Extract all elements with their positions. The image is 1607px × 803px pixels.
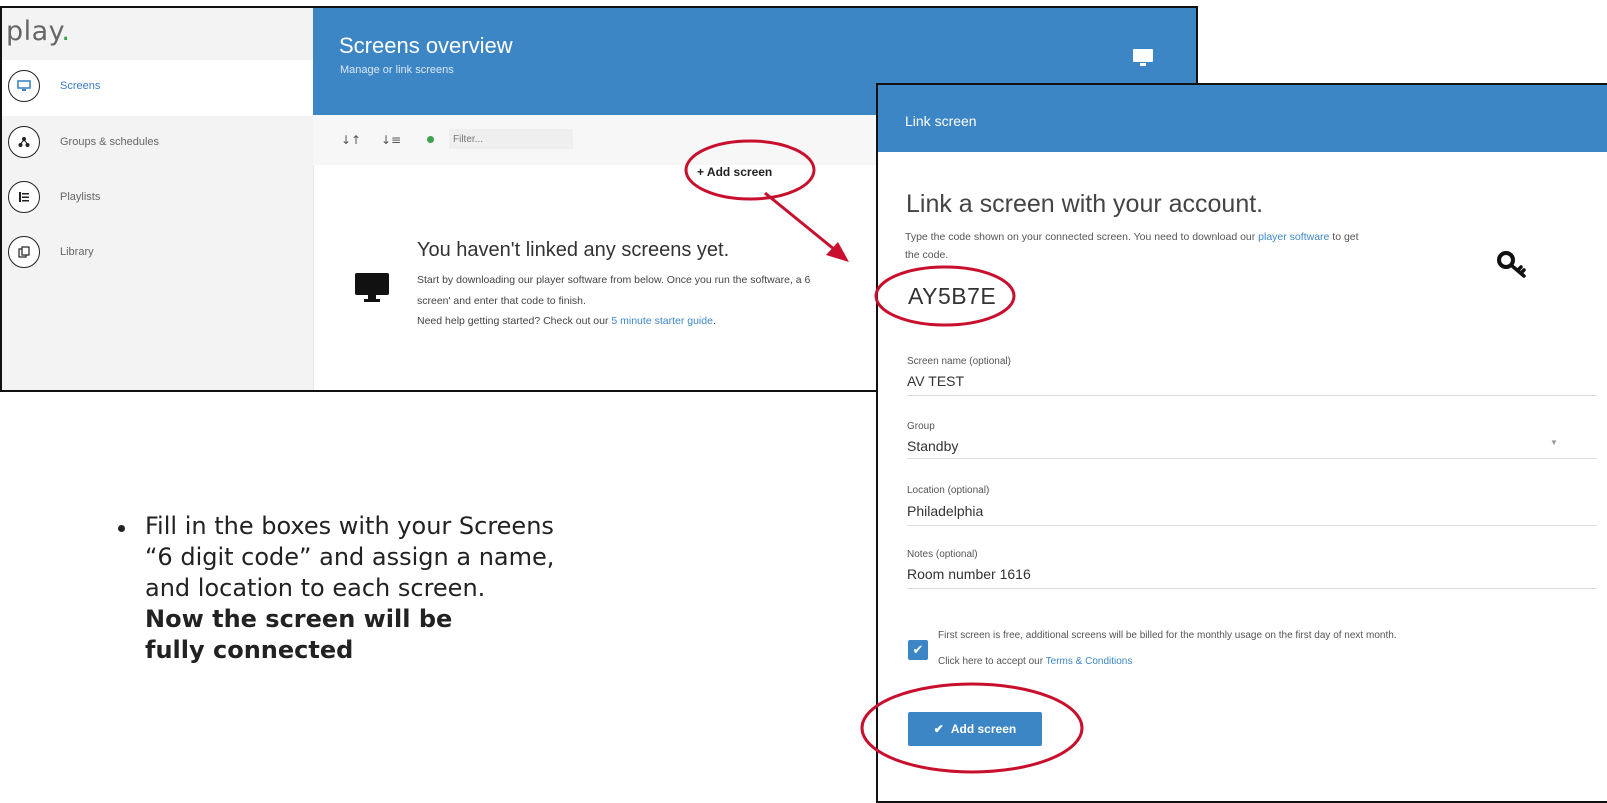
add-screen-link[interactable]: + Add screen <box>697 165 772 179</box>
monitor-icon <box>1132 48 1154 73</box>
divider <box>907 588 1597 589</box>
empty-state-text: Start by downloading our player software… <box>417 274 811 286</box>
link-code-input[interactable]: AY5B7E <box>908 283 996 310</box>
monitor-icon <box>354 272 390 309</box>
divider <box>907 458 1597 459</box>
terms-checkbox[interactable]: ✔ <box>908 640 928 660</box>
link-screen-dialog: Link screen Link a screen with your acco… <box>876 83 1607 803</box>
sidebar-item-label: Groups & schedules <box>60 136 160 148</box>
group-select[interactable]: Standby <box>907 438 958 454</box>
sidebar-item-label: Library <box>60 246 94 258</box>
key-icon <box>1496 249 1530 284</box>
location-input[interactable]: Philadelphia <box>907 503 983 519</box>
filter-input[interactable] <box>449 129 573 149</box>
divider <box>907 395 1597 396</box>
instruction-text: Fill in the boxes with your Screens “6 d… <box>145 512 555 664</box>
sidebar-item-groups[interactable]: Groups & schedules <box>2 116 313 172</box>
page-title: Screens overview <box>339 33 513 58</box>
notes-input[interactable]: Room number 1616 <box>907 566 1031 582</box>
dialog-description: the code. <box>905 249 949 261</box>
notes-label: Notes (optional) <box>907 549 978 560</box>
terms-link[interactable]: Terms & Conditions <box>1046 656 1133 667</box>
empty-state-title: You haven't linked any screens yet. <box>417 239 730 261</box>
sort-list-icon[interactable]: ↓≡ <box>381 133 401 147</box>
add-screen-button[interactable]: ✔ Add screen <box>908 712 1042 746</box>
sidebar-item-label: Screens <box>60 80 101 92</box>
screen-name-label: Screen name (optional) <box>907 356 1011 367</box>
files-icon <box>8 236 40 268</box>
dialog-header: Link screen <box>878 85 1607 152</box>
screen-name-input[interactable]: AV TEST <box>907 373 964 389</box>
app-logo[interactable]: play. <box>6 16 70 47</box>
player-software-link[interactable]: player software <box>1258 231 1329 243</box>
monitor-icon <box>8 70 40 102</box>
status-filter-icon[interactable] <box>427 136 434 143</box>
sidebar-item-playlists[interactable]: Playlists <box>2 171 313 227</box>
terms-text: Click here to accept our Terms & Conditi… <box>938 656 1133 667</box>
chevron-down-icon[interactable]: ▼ <box>1550 438 1558 447</box>
sort-asc-icon[interactable]: ↓↑ <box>341 133 361 147</box>
location-label: Location (optional) <box>907 485 990 496</box>
sidebar-item-label: Playlists <box>60 191 101 203</box>
sidebar-item-screens[interactable]: Screens <box>2 60 313 116</box>
page-subtitle: Manage or link screens <box>340 64 454 76</box>
check-icon: ✔ <box>933 722 944 736</box>
group-label: Group <box>907 421 935 432</box>
divider <box>907 525 1597 526</box>
sidebar-item-library[interactable]: Library <box>2 226 313 282</box>
hierarchy-icon <box>8 126 40 158</box>
sidebar: play. Screens Groups & schedules Playlis… <box>2 8 314 390</box>
dialog-heading: Link a screen with your account. <box>906 190 1264 218</box>
empty-state-help: Need help getting started? Check out our… <box>417 315 716 327</box>
billing-note: First screen is free, additional screens… <box>938 630 1397 641</box>
dialog-title: Link screen <box>905 113 977 129</box>
bullet <box>118 525 125 532</box>
dialog-description: Type the code shown on your connected sc… <box>905 231 1359 243</box>
starter-guide-link[interactable]: 5 minute starter guide <box>611 315 713 327</box>
empty-state-text: screen' and enter that code to finish. <box>417 295 586 307</box>
list-icon <box>8 181 40 213</box>
